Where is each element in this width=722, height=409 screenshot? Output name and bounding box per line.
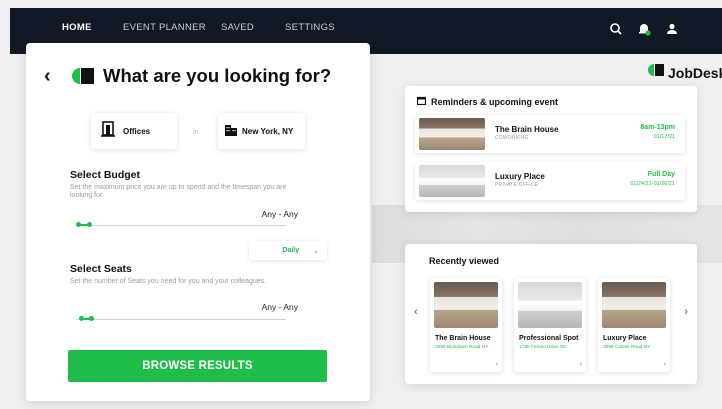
event-date: 01/24/21-01/26/21: [630, 181, 675, 187]
seats-slider-max-handle[interactable]: [89, 316, 94, 321]
search-icon[interactable]: [608, 21, 624, 37]
logo-text: JobDesk: [668, 64, 722, 81]
recent-item-card[interactable]: Professional Spot 1795 Fenaoi Drive NC ›: [514, 278, 586, 372]
location-chip[interactable]: New York, NY: [218, 113, 305, 149]
seats-slider-track[interactable]: [76, 319, 286, 320]
jobdesk-logo: JobDesk: [647, 63, 722, 82]
nav-home[interactable]: HOME: [62, 22, 92, 33]
event-time: Full Day: [647, 171, 675, 178]
chevron-left-icon[interactable]: ‹: [414, 306, 418, 318]
event-type: COWORKING: [495, 135, 529, 141]
chevron-right-icon: ›: [663, 361, 666, 368]
seats-description: Set the number of Seats you need for you…: [70, 278, 267, 285]
recently-viewed-title: Recently viewed: [429, 256, 500, 266]
recent-item-photo: [602, 282, 666, 328]
door-icon: [101, 120, 115, 142]
seats-slider-min-handle[interactable]: [79, 316, 84, 321]
event-row[interactable]: The Brain House COWORKING 8am-13pm 01/17…: [415, 115, 685, 153]
user-icon[interactable]: [664, 21, 680, 37]
recent-item-name: The Brain House: [435, 335, 491, 342]
search-panel: ‹ What are you looking for? Offices in N…: [26, 43, 370, 401]
recent-item-name: Luxury Place: [603, 335, 647, 342]
browse-results-button[interactable]: BROWSE RESULTS: [68, 350, 327, 382]
budget-title: Select Budget: [70, 169, 141, 181]
recent-item-address: 3059 Coless Road NY: [603, 345, 651, 350]
recent-item-card[interactable]: The Brain House 3059 Bickdown Road NY ›: [430, 278, 502, 372]
category-chip[interactable]: Offices: [91, 113, 177, 149]
recently-viewed-card: Recently viewed ‹ › The Brain House 3059…: [405, 244, 697, 384]
event-date: 01/17/21: [653, 134, 675, 140]
chevron-right-icon[interactable]: ›: [684, 306, 688, 318]
chevron-right-icon: ›: [579, 361, 582, 368]
event-type: PRIVATE OFFICE: [495, 182, 539, 188]
seats-title: Select Seats: [70, 263, 132, 275]
recent-item-card[interactable]: Luxury Place 3059 Coless Road NY ›: [598, 278, 670, 372]
event-row[interactable]: Luxury Place PRIVATE OFFICE Full Day 01/…: [415, 162, 685, 200]
chevron-right-icon: ›: [495, 361, 498, 368]
recent-item-address: 3059 Bickdown Road NY: [435, 345, 489, 350]
nav-saved[interactable]: SAVED: [221, 22, 254, 33]
reminders-card: Reminders & upcoming event The Brain Hou…: [405, 86, 697, 212]
notification-bell-icon[interactable]: [636, 21, 652, 37]
category-label: Offices: [123, 126, 151, 136]
logo-mark-icon: [647, 63, 665, 82]
event-photo: [419, 118, 485, 150]
period-dropdown[interactable]: Daily ⌄: [249, 241, 327, 260]
budget-slider-max-handle[interactable]: [87, 222, 92, 227]
nav-settings[interactable]: SETTINGS: [285, 22, 335, 33]
seats-range-value: Any - Any: [261, 302, 298, 312]
nav-event-planner[interactable]: EVENT PLANNER: [123, 22, 206, 33]
recent-item-name: Professional Spot: [519, 335, 579, 342]
event-time: 8am-13pm: [640, 124, 675, 131]
recent-item-photo: [434, 282, 498, 328]
recent-item-address: 1795 Fenaoi Drive NC: [519, 345, 567, 350]
location-label: New York, NY: [242, 126, 294, 136]
reminders-title: Reminders & upcoming event: [431, 96, 559, 107]
recent-item-photo: [518, 282, 582, 328]
chevron-down-icon: ⌄: [313, 247, 319, 255]
reminders-header: Reminders & upcoming event: [416, 96, 559, 107]
brand-mark-icon: [70, 66, 96, 91]
period-value: Daily: [282, 247, 300, 254]
event-name: The Brain House: [495, 125, 559, 134]
budget-description: Set the maximum price you are up to spen…: [70, 184, 287, 199]
budget-range-value: Any - Any: [261, 209, 298, 219]
page-title: What are you looking for?: [103, 65, 332, 86]
city-buildings-icon: [224, 122, 238, 141]
event-name: Luxury Place: [495, 172, 545, 181]
connector-label: in: [193, 127, 199, 136]
budget-slider-track[interactable]: [76, 225, 286, 226]
budget-slider-min-handle[interactable]: [76, 222, 81, 227]
calendar-icon: [416, 96, 427, 107]
event-photo: [419, 165, 485, 197]
back-button[interactable]: ‹: [44, 65, 51, 88]
